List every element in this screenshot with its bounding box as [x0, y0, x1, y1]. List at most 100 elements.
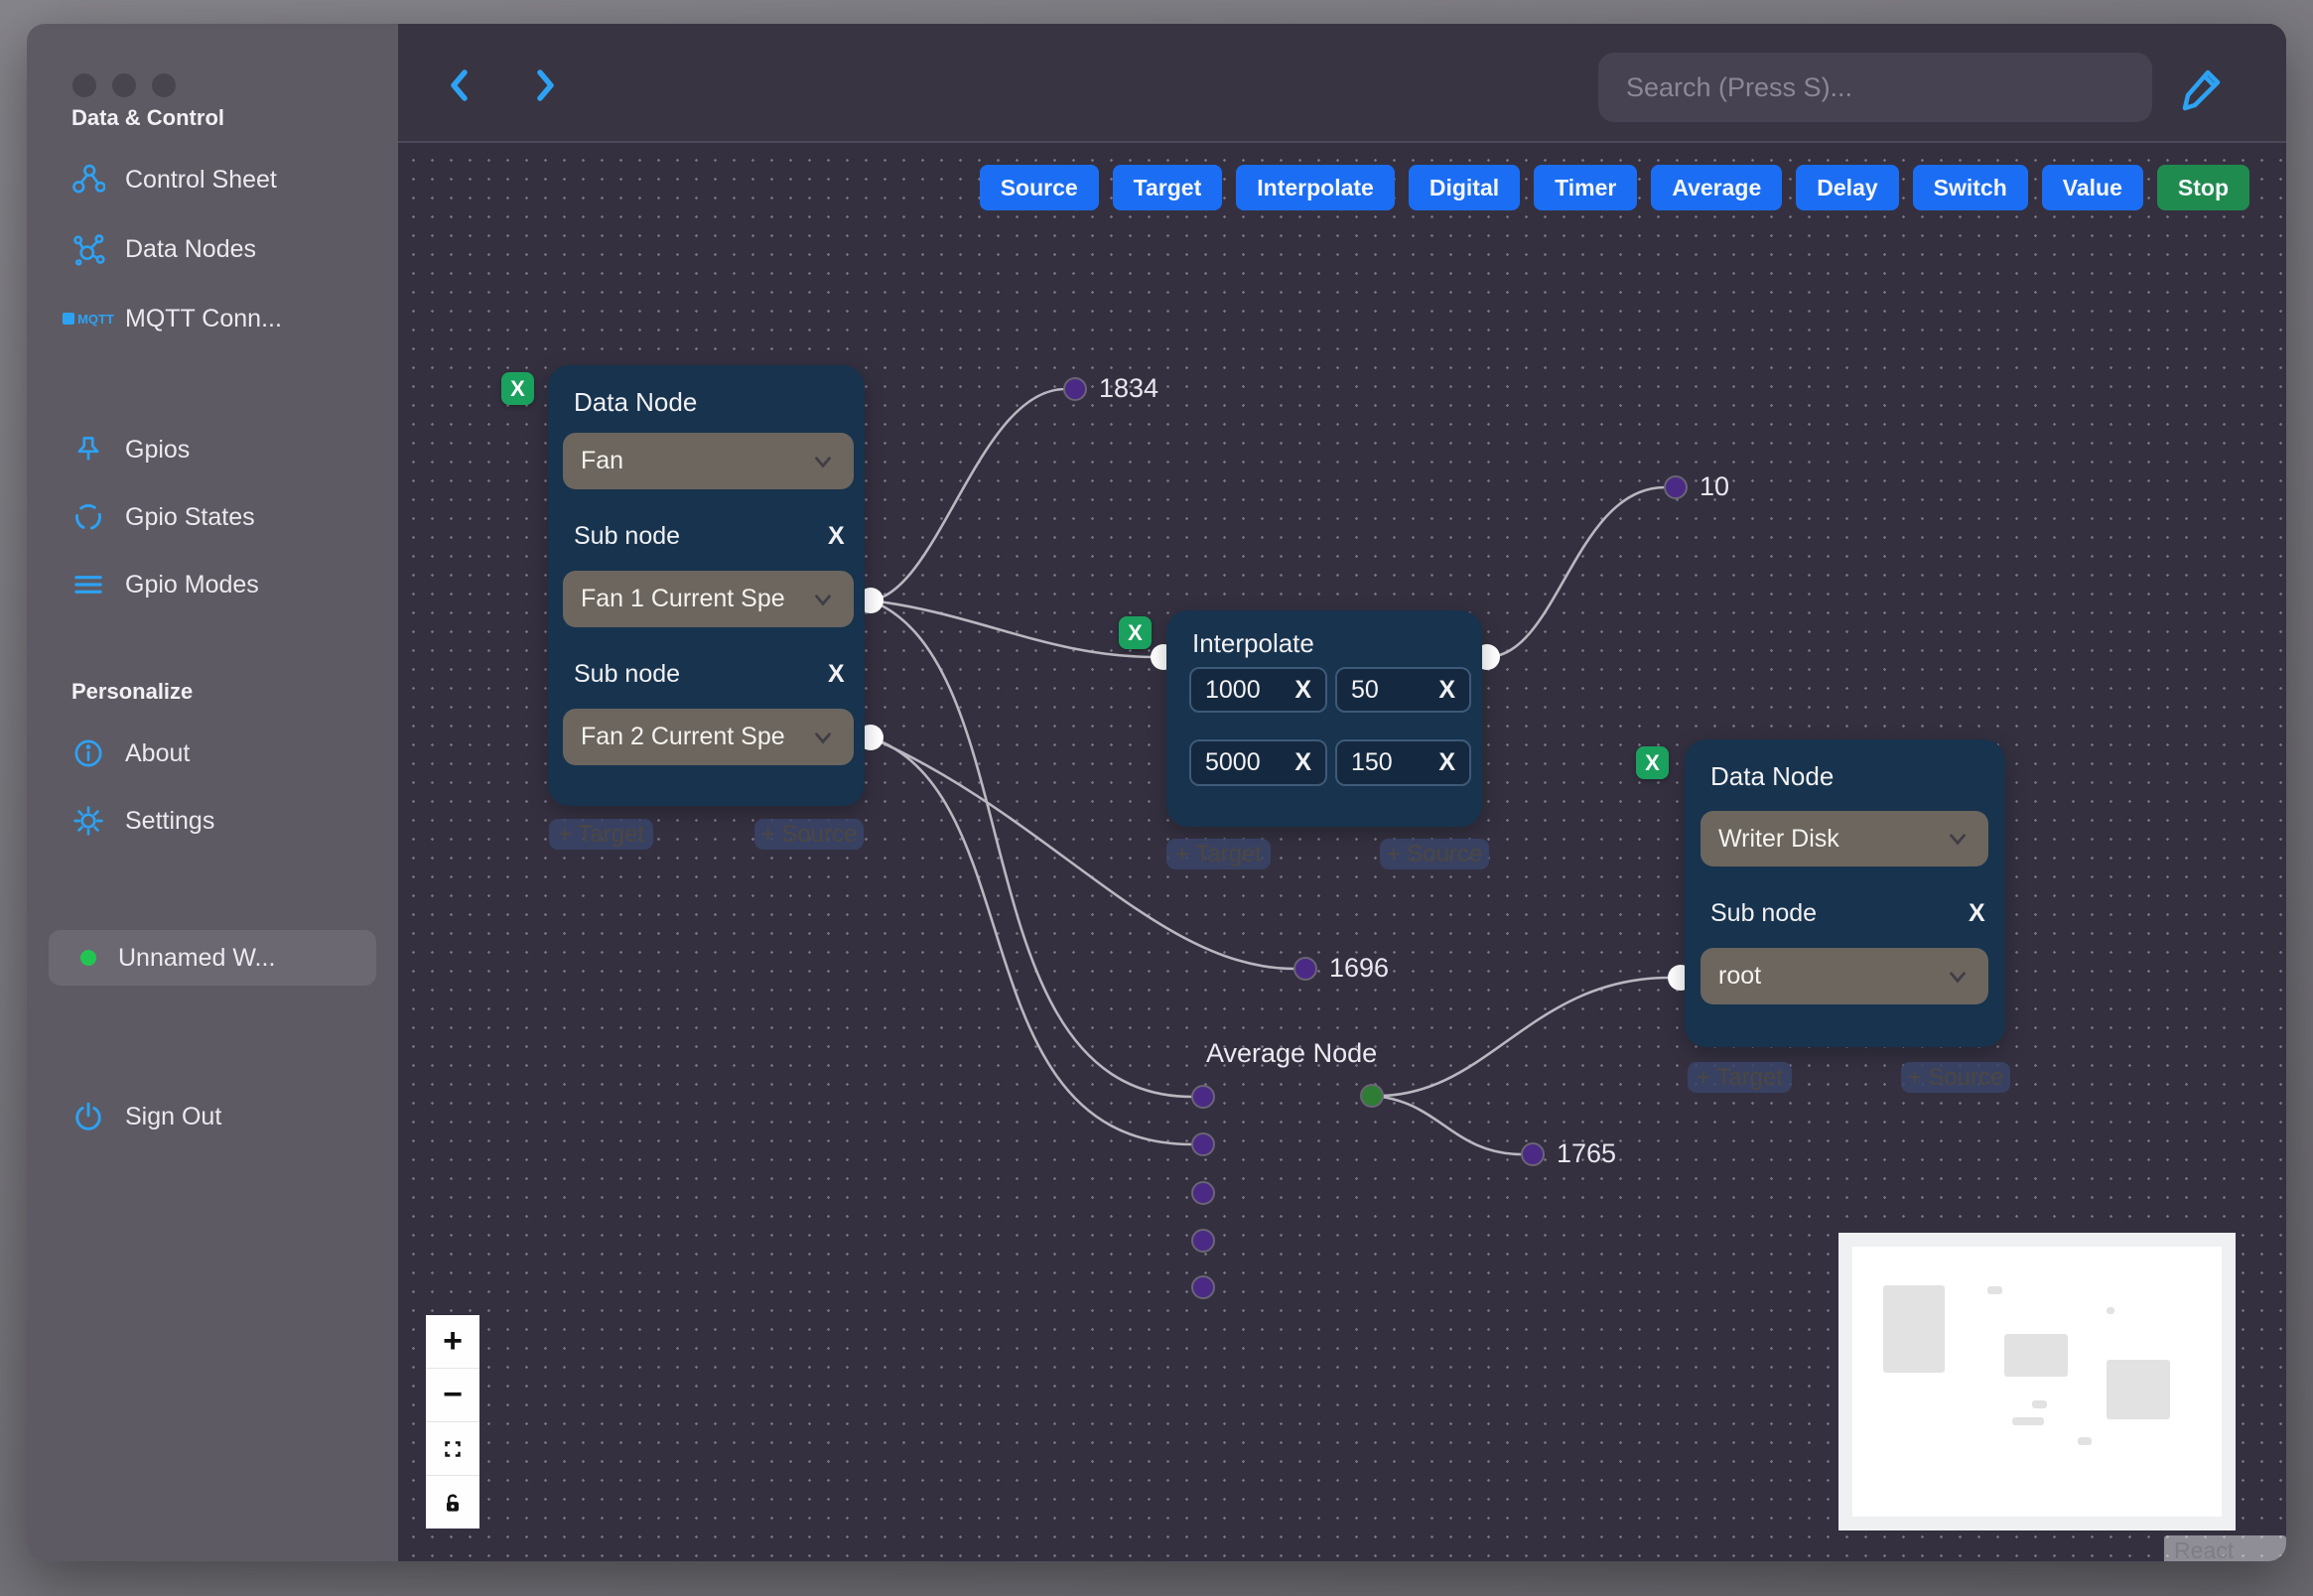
info-icon: [71, 736, 105, 770]
palette-button-source[interactable]: Source: [979, 165, 1099, 210]
node-title: Data Node: [574, 387, 698, 417]
add-source-button[interactable]: + Source: [1901, 1062, 2010, 1093]
sidebar-item-settings[interactable]: Settings: [71, 804, 214, 838]
sidebar-item-mqtt[interactable]: MQTT MQTT Conn...: [63, 302, 282, 335]
app-window: Data & Control Control Sheet Data Nodes: [27, 24, 2286, 1561]
sidebar-section-data-control: Data & Control: [71, 105, 224, 130]
fit-view-icon: [445, 1440, 461, 1457]
fit-view-button[interactable]: [426, 1422, 479, 1476]
sub-node-label: Sub node: [574, 660, 681, 688]
minimap-node-10: [2107, 1307, 2114, 1314]
chevron-down-icon: [815, 732, 831, 743]
sidebar-item-gpio-modes[interactable]: Gpio Modes: [71, 568, 259, 601]
pin-icon: [71, 433, 105, 466]
palette-button-average[interactable]: Average: [1651, 165, 1783, 210]
sidebar-item-data-nodes[interactable]: Data Nodes: [71, 232, 256, 266]
add-target-button[interactable]: + Target: [1688, 1062, 1792, 1093]
sidebar-item-label: Gpio States: [125, 502, 255, 531]
add-source-button[interactable]: + Source: [754, 819, 864, 850]
minimap-node-1696: [2032, 1400, 2047, 1408]
sub-node-label: Sub node: [1710, 899, 1818, 927]
palette-button-switch[interactable]: Switch: [1912, 165, 2028, 210]
clear-value-button[interactable]: X: [1294, 748, 1311, 777]
sidebar-item-gpio-states[interactable]: Gpio States: [71, 500, 255, 534]
sidebar-item-gpios[interactable]: Gpios: [71, 433, 190, 466]
gear-icon: [71, 804, 105, 838]
sub-node-select[interactable]: root: [1701, 948, 1988, 1004]
palette-button-delay[interactable]: Delay: [1796, 165, 1899, 210]
palette-button-interpolate[interactable]: Interpolate: [1236, 165, 1395, 210]
edge-value-label: 1765: [1557, 1138, 1617, 1168]
data-node-writer[interactable]: Data Node Writer Disk Sub node X root: [1685, 739, 2005, 1047]
edit-pencil-icon[interactable]: [2175, 64, 2227, 115]
workspace-label: Unnamed W...: [118, 943, 276, 972]
node-title: Interpolate: [1192, 628, 1314, 658]
palette-button-digital[interactable]: Digital: [1408, 165, 1521, 210]
sidebar-item-sign-out[interactable]: Sign Out: [71, 1100, 221, 1133]
lock-toggle-button[interactable]: [426, 1476, 479, 1529]
node-title: Data Node: [1710, 761, 1835, 791]
minimap-node-interpolate: [2004, 1334, 2068, 1377]
average-node-title: Average Node: [1206, 1038, 1378, 1068]
clear-value-button[interactable]: X: [1438, 748, 1455, 777]
window-minimize-button[interactable]: [112, 73, 136, 97]
lines-icon: [71, 568, 105, 601]
minimap[interactable]: [1838, 1233, 2236, 1530]
sidebar-item-active-workspace[interactable]: Unnamed W...: [49, 930, 376, 986]
palette-button-stop[interactable]: Stop: [2156, 165, 2249, 210]
zoom-in-button[interactable]: +: [426, 1315, 479, 1369]
chevron-down-icon: [815, 594, 831, 605]
palette-button-target[interactable]: Target: [1112, 165, 1223, 210]
zoom-out-button[interactable]: −: [426, 1369, 479, 1422]
delete-node-button[interactable]: X: [1119, 616, 1152, 649]
sub-node-select-1[interactable]: Fan 1 Current Spe: [563, 571, 854, 627]
add-target-button[interactable]: + Target: [1166, 839, 1271, 869]
chevron-down-icon: [1950, 834, 1966, 846]
sidebar-item-label: Data Nodes: [125, 234, 257, 263]
dashed-circle-icon: [71, 500, 105, 534]
sidebar-item-control-sheet[interactable]: Control Sheet: [71, 163, 277, 197]
sidebar-section-personalize: Personalize: [71, 679, 194, 704]
add-target-button[interactable]: + Target: [549, 819, 653, 850]
edge-value-label: 10: [1700, 471, 1730, 501]
remove-sub-node-button[interactable]: X: [1969, 899, 1985, 928]
add-source-button[interactable]: + Source: [1380, 839, 1489, 869]
interpolate-input-y1[interactable]: 50 X: [1335, 667, 1471, 713]
minimap-node-average: [2012, 1417, 2044, 1425]
interpolate-node[interactable]: Interpolate 1000 X 50 X 5000 X 150 X: [1166, 610, 1482, 827]
sidebar-item-about[interactable]: About: [71, 736, 190, 770]
sub-node-select-2[interactable]: Fan 2 Current Spe: [563, 709, 854, 765]
graph-nodes-icon: [71, 232, 105, 266]
window-maximize-button[interactable]: [152, 73, 176, 97]
flow-canvas[interactable]: Source Target Interpolate Digital Timer …: [398, 24, 2286, 1561]
sidebar: Data & Control Control Sheet Data Nodes: [27, 24, 398, 1561]
device-select[interactable]: Fan: [563, 433, 854, 489]
interpolate-input-y2[interactable]: 150 X: [1335, 739, 1471, 786]
edge-value-label: 1834: [1099, 373, 1159, 403]
search-input[interactable]: [1598, 53, 2152, 122]
delete-node-button[interactable]: X: [1636, 746, 1669, 779]
clear-value-button[interactable]: X: [1438, 676, 1455, 705]
node-palette-toolbar: Source Target Interpolate Digital Timer …: [979, 165, 2249, 210]
mqtt-logo-icon: MQTT: [63, 302, 114, 335]
palette-button-timer[interactable]: Timer: [1534, 165, 1638, 210]
chevron-down-icon: [815, 456, 831, 467]
forward-button[interactable]: [523, 64, 567, 107]
back-button[interactable]: [438, 64, 481, 107]
sidebar-item-label: MQTT Conn...: [125, 304, 282, 332]
interpolate-input-x1[interactable]: 1000 X: [1189, 667, 1327, 713]
remove-sub-node-button[interactable]: X: [828, 660, 845, 689]
react-flow-attribution: React Flow: [2164, 1535, 2286, 1561]
chevron-down-icon: [1950, 971, 1966, 983]
remove-sub-node-button[interactable]: X: [828, 522, 845, 551]
palette-button-value[interactable]: Value: [2041, 165, 2143, 210]
device-select[interactable]: Writer Disk: [1701, 811, 1988, 866]
minimap-node-1765: [2078, 1437, 2092, 1445]
window-close-button[interactable]: [72, 73, 96, 97]
data-node-fan[interactable]: Data Node Fan Sub node X Fan 1 Current S…: [548, 365, 865, 806]
delete-node-button[interactable]: X: [501, 372, 534, 405]
edge-value-label: 1696: [1329, 953, 1390, 983]
interpolate-input-x2[interactable]: 5000 X: [1189, 739, 1327, 786]
canvas-controls: + −: [426, 1315, 479, 1529]
clear-value-button[interactable]: X: [1294, 676, 1311, 705]
